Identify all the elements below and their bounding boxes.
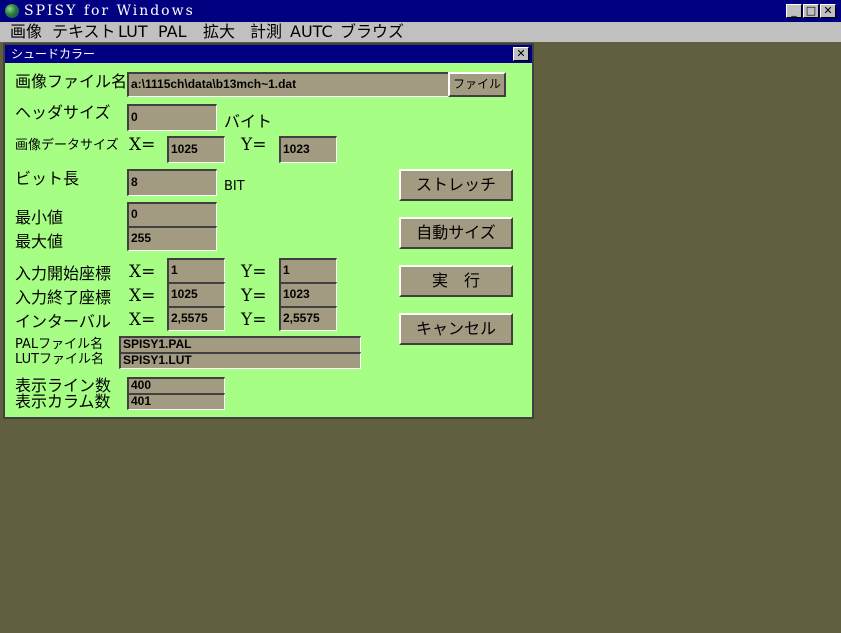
data-size-y-input[interactable]: 1023 [279,136,337,163]
end-x-label: X= [129,286,156,306]
start-y-label: Y= [241,262,267,282]
header-size-label: ヘッダサイズ [15,103,111,122]
interval-y-input[interactable]: 2,5575 [279,306,337,331]
start-x-input[interactable]: 1 [167,258,225,283]
lut-file-input[interactable]: SPISY1.LUT [119,352,361,369]
lut-file-label: LUTファイル名 [15,352,105,367]
header-size-input[interactable]: 0 [127,104,217,131]
menu-autc[interactable]: AUTC [290,22,333,42]
window-title: SPISY for Windows [24,3,195,19]
menu-browse[interactable]: ブラウズ [340,22,404,42]
file-button[interactable]: ファイル [448,72,506,97]
data-size-x-input[interactable]: 1025 [167,136,225,163]
dialog-close-button[interactable]: ✕ [513,47,529,61]
close-button[interactable]: ✕ [820,4,836,18]
end-y-input[interactable]: 1023 [279,282,337,307]
cancel-button[interactable]: キャンセル [399,313,513,345]
menu-image[interactable]: 画像 [10,22,42,42]
pal-file-input[interactable]: SPISY1.PAL [119,336,361,353]
data-size-label: 画像データサイズ [15,138,119,153]
header-size-unit: バイト [224,112,273,131]
display-cols-input[interactable]: 401 [127,393,225,410]
stretch-button[interactable]: ストレッチ [399,169,513,201]
globe-icon [5,4,19,18]
interval-label: インターバル [15,312,111,331]
execute-button[interactable]: 実 行 [399,265,513,297]
dialog-title: シュードカラー [11,47,96,61]
end-x-input[interactable]: 1025 [167,282,225,307]
image-file-label: 画像ファイル名 [15,72,128,91]
display-lines-input[interactable]: 400 [127,377,225,394]
min-label: 最小値 [15,208,64,227]
menu-lut[interactable]: LUT [118,22,148,42]
interval-x-label: X= [129,310,156,330]
bit-length-label: ビット長 [15,169,80,188]
window-titlebar[interactable]: SPISY for Windows _ □ ✕ [0,0,841,22]
autosize-button[interactable]: 自動サイズ [399,217,513,249]
start-coord-label: 入力開始座標 [15,264,112,283]
data-size-x-label: X= [129,135,156,155]
display-cols-label: 表示カラム数 [15,392,111,411]
bit-length-unit: BIT [224,179,245,194]
interval-y-label: Y= [241,310,267,330]
bit-length-input[interactable]: 8 [127,169,217,196]
menu-text[interactable]: テキスト [52,22,116,42]
end-y-label: Y= [241,286,267,306]
max-label: 最大値 [15,232,64,251]
end-coord-label: 入力終了座標 [15,288,112,307]
image-file-input[interactable]: a:\1115ch\data\b13mch~1.dat [127,72,449,97]
dialog-titlebar[interactable]: シュードカラー ✕ [5,45,532,63]
pseudocolor-dialog: シュードカラー ✕ 画像ファイル名 a:\1115ch\data\b13mch~… [3,43,534,419]
interval-x-input[interactable]: 2,5575 [167,306,225,331]
minimize-button[interactable]: _ [786,4,802,18]
start-x-label: X= [129,262,156,282]
pal-file-label: PALファイル名 [15,337,104,352]
data-size-y-label: Y= [241,135,267,155]
min-value-input[interactable]: 0 [127,202,217,227]
start-y-input[interactable]: 1 [279,258,337,283]
menu-zoom[interactable]: 拡大 [203,22,235,42]
menu-pal[interactable]: PAL [158,22,186,42]
menu-measure[interactable]: 計測 [250,22,282,42]
max-value-input[interactable]: 255 [127,226,217,251]
menu-bar: 画像 テキスト LUT PAL 拡大 計測 AUTC ブラウズ [0,22,841,42]
maximize-button[interactable]: □ [803,4,819,18]
